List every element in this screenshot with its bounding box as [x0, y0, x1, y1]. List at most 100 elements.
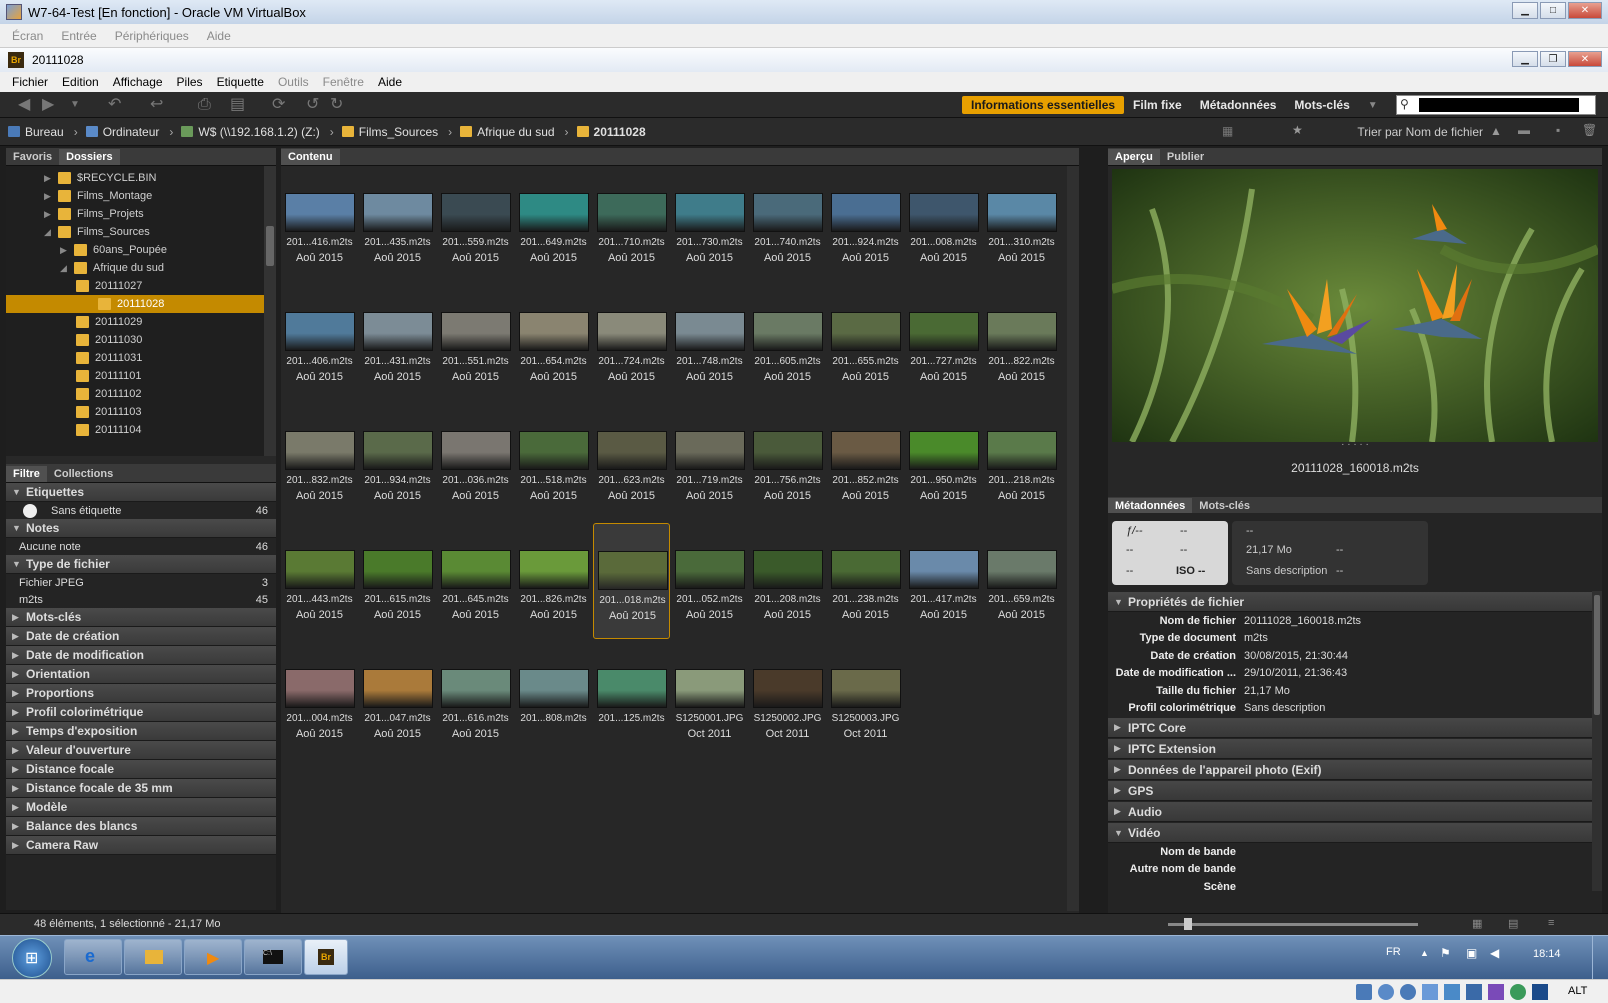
filter-group-header[interactable]: ▼ Etiquettes	[6, 483, 276, 502]
metadata-value[interactable]: 20111028_160018.m2ts	[1244, 615, 1361, 627]
tab-publier[interactable]: Publier	[1160, 149, 1211, 165]
return-icon[interactable]: ↶	[108, 97, 121, 113]
hdd-icon[interactable]	[1356, 984, 1372, 1000]
optical-drive-icon[interactable]	[1378, 984, 1394, 1000]
menu-etiquette[interactable]: Etiquette	[217, 75, 264, 89]
expand-triangle-icon[interactable]: ◢	[60, 263, 70, 274]
filter-group-header[interactable]: ▶ Proportions	[6, 684, 276, 703]
tab-contenu[interactable]: Contenu	[281, 149, 340, 165]
tab-favoris[interactable]: Favoris	[6, 149, 59, 165]
filter-group-header[interactable]: ▶ Valeur d'ouverture	[6, 741, 276, 760]
rotate-left-icon[interactable]: ↺	[306, 97, 319, 113]
tab-filtre[interactable]: Filtre	[6, 466, 47, 482]
tree-item[interactable]: ◢ Films_Sources	[44, 223, 150, 241]
thumbnail-item[interactable]: 201...125.m2ts	[593, 642, 670, 758]
thumbnail-item[interactable]: 201...551.m2ts Aoû 2015	[437, 285, 514, 401]
breadcrumb-desktop[interactable]: Bureau ›	[8, 125, 78, 139]
workspace-essentials[interactable]: Informations essentielles	[962, 96, 1125, 114]
expand-triangle-icon[interactable]: ▶	[44, 173, 54, 184]
filter-row[interactable]: Aucune note 46	[6, 538, 276, 555]
thumbnail-item[interactable]: 201...654.m2ts Aoû 2015	[515, 285, 592, 401]
language-indicator[interactable]: FR	[1386, 946, 1401, 958]
thumbnail-item[interactable]: 201...310.m2ts Aoû 2015	[983, 166, 1060, 282]
metadata-group-header[interactable]: ▶ IPTC Extension	[1108, 739, 1592, 759]
thumbnail-item[interactable]: S1250003.JPG Oct 2011	[827, 642, 904, 758]
thumbnail-item[interactable]: 201...518.m2ts Aoû 2015	[515, 404, 592, 520]
search-field[interactable]: ⚲	[1396, 95, 1596, 115]
bridge-restore-button[interactable]: ❐	[1540, 51, 1566, 67]
tree-scrollbar[interactable]	[264, 166, 276, 456]
thumbnail-item[interactable]: 201...417.m2ts Aoû 2015	[905, 523, 982, 639]
view-grid-lock-icon[interactable]: ▦	[1472, 917, 1482, 930]
thumbnail-item[interactable]: 201...406.m2ts Aoû 2015	[281, 285, 358, 401]
workspace-keywords[interactable]: Mots-clés	[1285, 96, 1358, 114]
thumbnail-item[interactable]: 201...724.m2ts Aoû 2015	[593, 285, 670, 401]
taskbar-bridge[interactable]: Br	[304, 939, 348, 975]
filter-group-header[interactable]: ▶ Date de modification	[6, 646, 276, 665]
preview-image[interactable]	[1112, 169, 1598, 442]
menu-edition[interactable]: Edition	[62, 75, 99, 89]
thumbnail-item[interactable]: 201...008.m2ts Aoû 2015	[905, 166, 982, 282]
menu-outils[interactable]: Outils	[278, 75, 309, 89]
bridge-close-button[interactable]: ✕	[1568, 51, 1602, 67]
new-folder-icon[interactable]: ▪	[1556, 123, 1560, 137]
tree-item[interactable]: 20111027	[76, 277, 142, 295]
open-folder-icon[interactable]: ▬	[1518, 123, 1530, 137]
thumbnail-item[interactable]: 201...605.m2ts Aoû 2015	[749, 285, 826, 401]
vbox-menu-entree[interactable]: Entrée	[61, 29, 96, 43]
metadata-value[interactable]: Sans description	[1244, 702, 1325, 714]
sort-dropdown[interactable]: Trier par Nom de fichier	[1357, 125, 1483, 139]
tab-dossiers[interactable]: Dossiers	[59, 149, 120, 165]
thumbnail-item[interactable]: 201...018.m2ts Aoû 2015	[593, 523, 670, 639]
expand-triangle-icon[interactable]: ▶	[44, 191, 54, 202]
volume-icon[interactable]: ◀	[1490, 946, 1499, 960]
thumbnail-item[interactable]: 201...655.m2ts Aoû 2015	[827, 285, 904, 401]
group-file-properties[interactable]: ▼ Propriétés de fichier	[1108, 592, 1592, 612]
tree-item[interactable]: 20111029	[76, 313, 142, 331]
thumbnail-item[interactable]: 201...950.m2ts Aoû 2015	[905, 404, 982, 520]
thumbnail-item[interactable]: 201...416.m2ts Aoû 2015	[281, 166, 358, 282]
start-button[interactable]: ⊞	[12, 938, 52, 978]
bridge-minimize-button[interactable]: ▁	[1512, 51, 1538, 67]
tree-item[interactable]: ▶ Films_Projets	[44, 205, 144, 223]
thumbnail-item[interactable]: 201...431.m2ts Aoû 2015	[359, 285, 436, 401]
forward-arrow-icon[interactable]: ▶	[42, 97, 54, 113]
refine-icon[interactable]: ▤	[230, 97, 245, 113]
breadcrumb-network-drive[interactable]: W$ (\\192.168.1.2) (Z:) ›	[181, 125, 334, 139]
tab-collections[interactable]: Collections	[47, 466, 120, 482]
metadata-group-header[interactable]: ▶ Données de l'appareil photo (Exif)	[1108, 760, 1592, 780]
thumbnail-item[interactable]: 201...719.m2ts Aoû 2015	[671, 404, 748, 520]
workspace-metadata[interactable]: Métadonnées	[1191, 96, 1286, 114]
breadcrumb-films-sources[interactable]: Films_Sources ›	[341, 125, 452, 139]
thumbnail-item[interactable]: 201...047.m2ts Aoû 2015	[359, 642, 436, 758]
camera-icon[interactable]: ⎙	[198, 97, 211, 113]
close-button[interactable]: ✕	[1568, 2, 1602, 19]
filter-group-header[interactable]: ▶ Balance des blancs	[6, 817, 276, 836]
vbox-menu-aide[interactable]: Aide	[207, 29, 231, 43]
workspace-filmstrip[interactable]: Film fixe	[1124, 96, 1191, 114]
metadata-value[interactable]: 29/10/2011, 21:36:43	[1244, 667, 1347, 679]
menu-affichage[interactable]: Affichage	[113, 75, 163, 89]
thumbnail-item[interactable]: 201...208.m2ts Aoû 2015	[749, 523, 826, 639]
thumbnail-item[interactable]: 201...740.m2ts Aoû 2015	[749, 166, 826, 282]
metadata-value[interactable]: 30/08/2015, 21:30:44	[1244, 650, 1348, 662]
metadata-value[interactable]: m2ts	[1244, 632, 1268, 644]
boomerang-icon[interactable]: ↩	[150, 97, 163, 113]
slider-handle[interactable]	[1184, 918, 1192, 930]
usb-icon[interactable]	[1400, 984, 1416, 1000]
metadata-scrollbar[interactable]	[1592, 591, 1602, 891]
thumbnail-item[interactable]: 201...748.m2ts Aoû 2015	[671, 285, 748, 401]
metadata-value[interactable]: 21,17 Mo	[1244, 685, 1290, 697]
tree-item[interactable]: 20111104	[76, 421, 142, 439]
taskbar-cmd[interactable]: C:\	[244, 939, 302, 975]
workspace-dropdown-icon[interactable]: ▼	[1359, 98, 1387, 113]
thumbnail-item[interactable]: 201...924.m2ts Aoû 2015	[827, 166, 904, 282]
tab-metadonnees[interactable]: Métadonnées	[1108, 498, 1193, 514]
filter-row[interactable]: Fichier JPEG 3	[6, 574, 276, 591]
filter-row[interactable]: m2ts 45	[6, 591, 276, 608]
taskbar-media-player[interactable]: ▶	[184, 939, 242, 975]
history-dropdown-icon[interactable]: ▼	[70, 97, 80, 113]
thumbnail-item[interactable]: 201...710.m2ts Aoû 2015	[593, 166, 670, 282]
menu-aide[interactable]: Aide	[378, 75, 402, 89]
clock[interactable]: 18:14	[1533, 948, 1561, 960]
